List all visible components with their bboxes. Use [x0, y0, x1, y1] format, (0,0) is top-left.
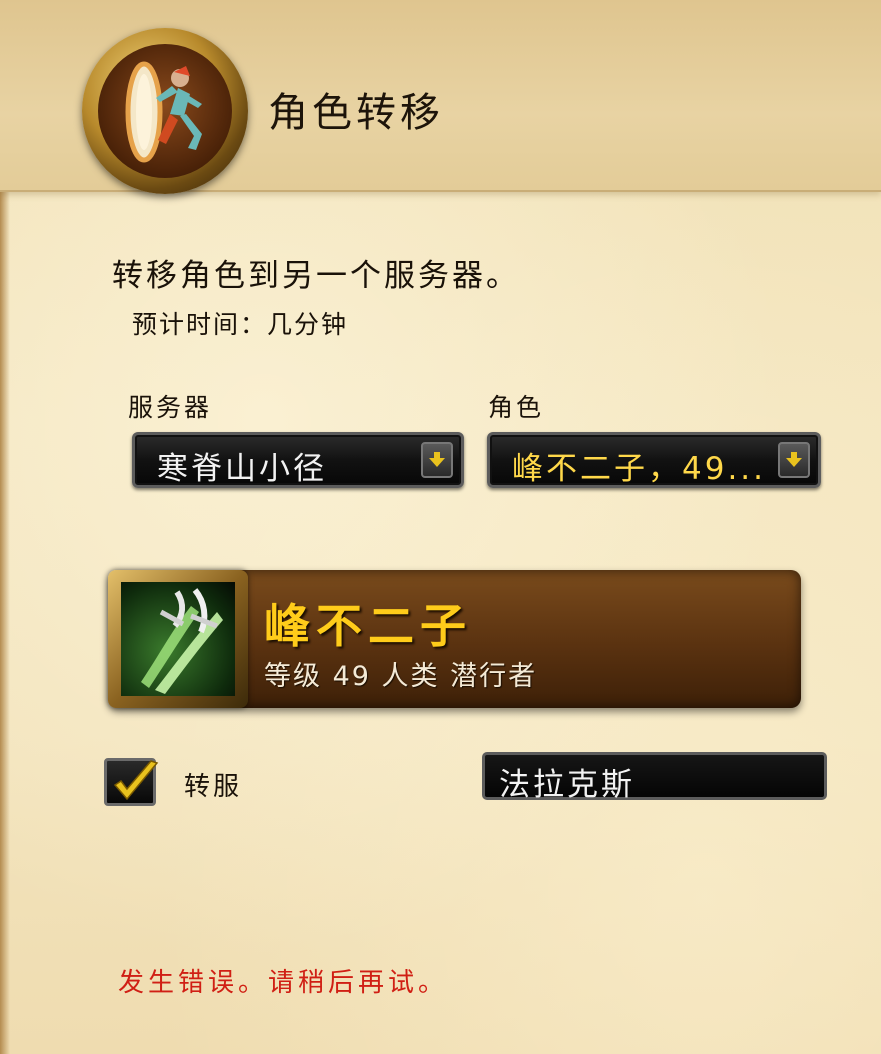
character-dropdown[interactable]: 峰不二子，49...	[487, 432, 821, 488]
character-dropdown-value: 峰不二子，49...	[512, 451, 767, 487]
error-message: 发生错误。请稍后再试。	[118, 968, 449, 998]
checkmark-icon	[113, 760, 159, 801]
character-label: 角色	[488, 393, 545, 422]
target-realm-value: 法拉克斯	[499, 767, 635, 803]
transfer-realm-checkbox[interactable]	[104, 758, 159, 806]
chevron-down-icon[interactable]	[778, 442, 810, 478]
character-transfer-panel: 角色转移 转移角色到另一个服务器。 预计时间：几分钟 服务器 角色 寒脊山小径 …	[0, 0, 881, 1054]
character-card[interactable]: 峰不二子 等级 49 人类 潜行者	[108, 570, 801, 708]
portrait-frame	[82, 28, 248, 194]
transfer-realm-label: 转服	[184, 772, 243, 802]
server-label: 服务器	[128, 393, 213, 422]
target-realm-field[interactable]: 法拉克斯	[482, 752, 827, 803]
page-title: 角色转移	[268, 90, 444, 136]
running-man-portal-icon	[98, 44, 232, 178]
time-estimate: 预计时间：几分钟	[132, 310, 349, 339]
transfer-description: 转移角色到另一个服务器。	[112, 258, 520, 294]
chevron-down-icon[interactable]	[421, 442, 453, 478]
class-icon-frame	[108, 570, 248, 708]
rogue-daggers-icon	[121, 582, 235, 696]
server-dropdown-value: 寒脊山小径	[157, 451, 327, 487]
character-name: 峰不二子	[264, 599, 472, 653]
server-dropdown[interactable]: 寒脊山小径	[132, 432, 464, 488]
character-details: 等级 49 人类 潜行者	[264, 661, 538, 692]
